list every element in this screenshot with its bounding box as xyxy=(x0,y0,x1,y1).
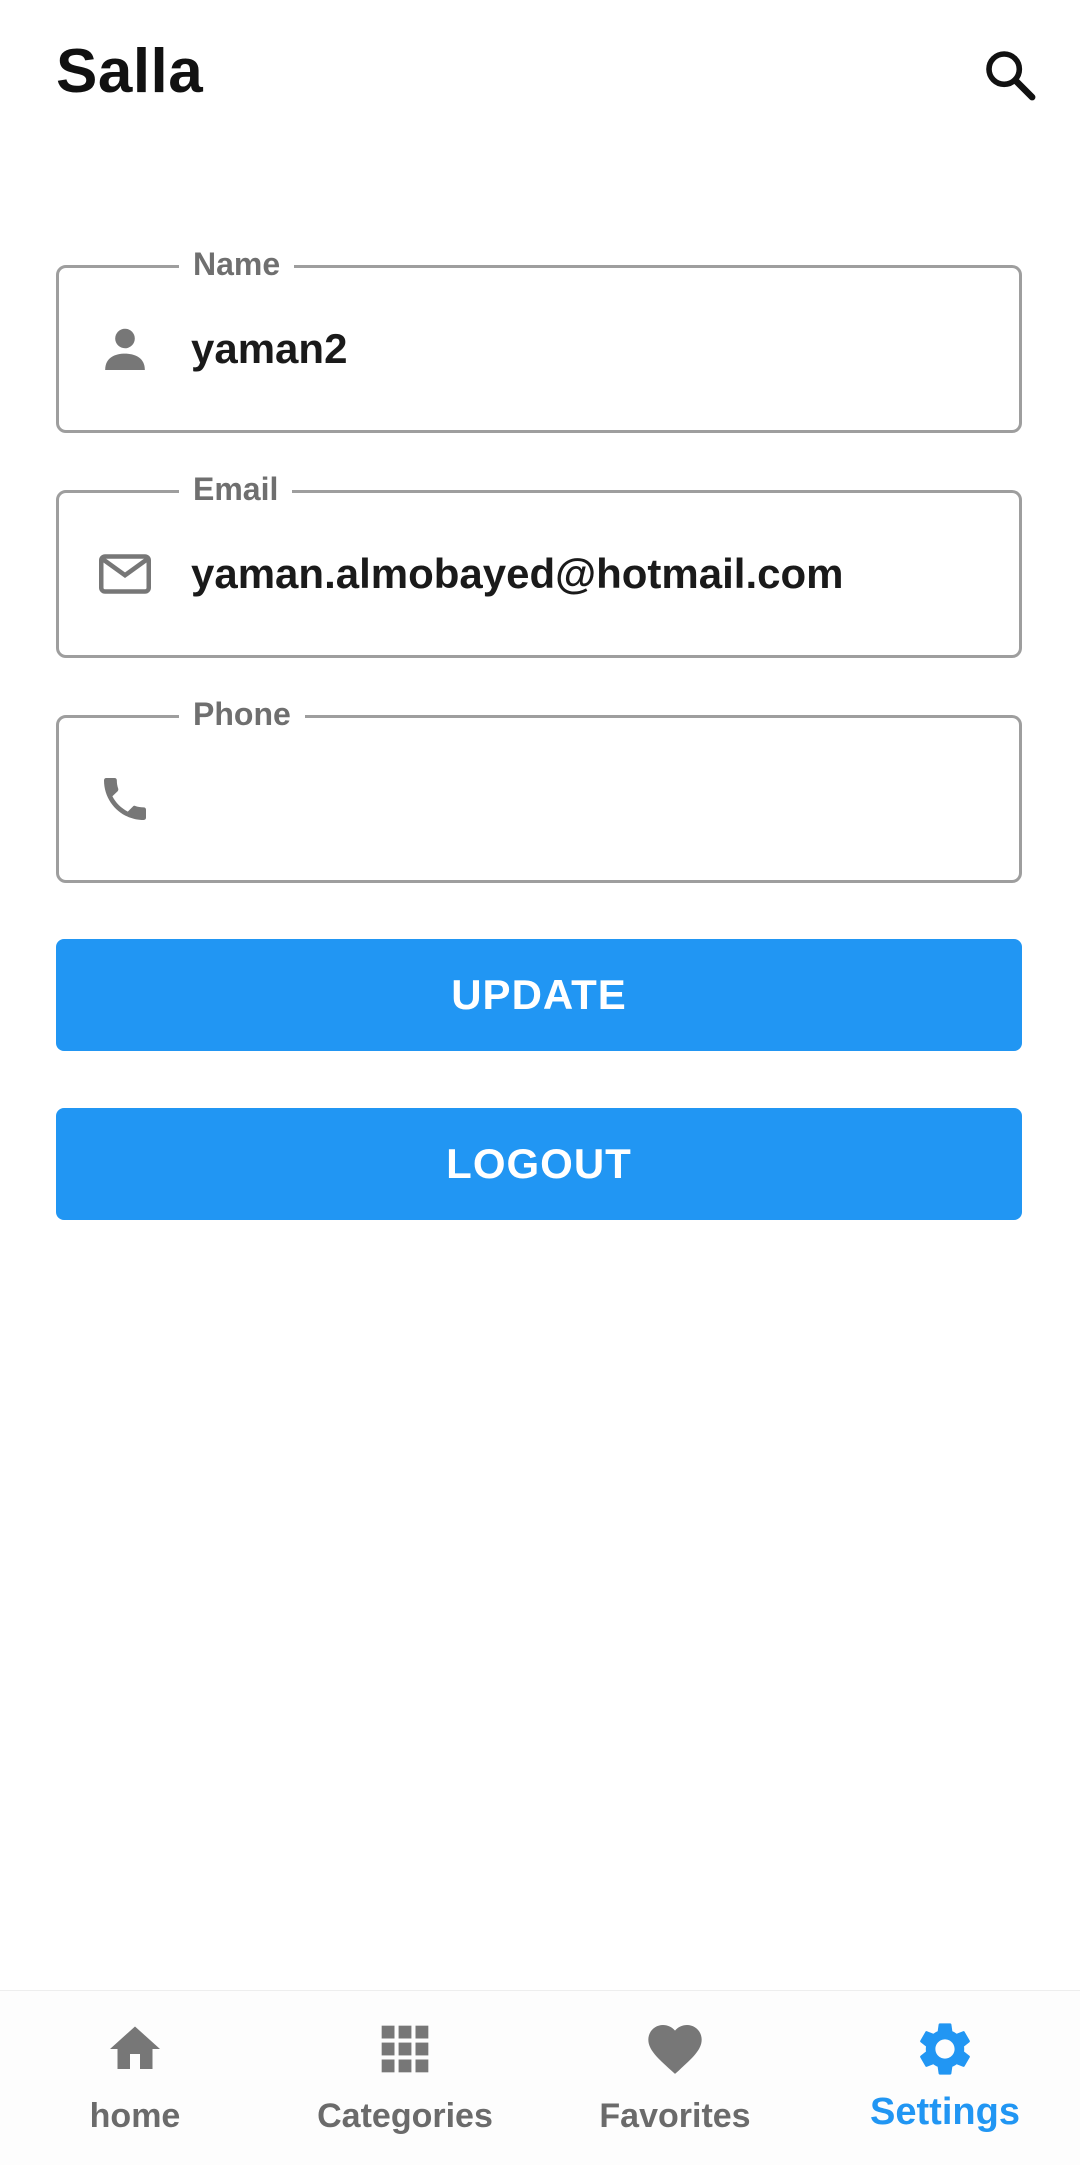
gear-icon xyxy=(913,2017,977,2081)
logout-button[interactable]: LOGOUT xyxy=(56,1108,1022,1220)
phone-field-label: Phone xyxy=(179,694,305,734)
app-bar: Salla xyxy=(0,0,1080,150)
nav-item-settings[interactable]: Settings xyxy=(810,1991,1080,2165)
email-field-label: Email xyxy=(179,469,293,509)
heart-icon xyxy=(643,2017,707,2081)
phone-field[interactable]: Phone xyxy=(56,694,1022,883)
nav-label-settings: Settings xyxy=(870,2091,1020,2133)
search-button[interactable] xyxy=(975,40,1045,110)
phone-input[interactable] xyxy=(191,775,991,823)
nav-label-favorites: Favorites xyxy=(599,2097,751,2135)
nav-item-home[interactable]: home xyxy=(0,1991,270,2165)
settings-screen: Salla Name Email Phone xyxy=(0,0,1080,2165)
nav-label-home: home xyxy=(89,2097,181,2135)
name-input[interactable] xyxy=(191,325,991,373)
bottom-navigation: home Categories Favorites Settings xyxy=(0,1990,1080,2165)
home-icon xyxy=(103,2017,167,2081)
mail-icon xyxy=(93,542,157,606)
grid-icon xyxy=(373,2017,437,2081)
app-title: Salla xyxy=(56,37,204,106)
nav-item-favorites[interactable]: Favorites xyxy=(540,1991,810,2165)
name-field-label: Name xyxy=(179,244,295,284)
phone-icon xyxy=(93,767,157,831)
nav-label-categories: Categories xyxy=(317,2097,493,2135)
person-icon xyxy=(93,317,157,381)
search-icon xyxy=(986,51,1036,101)
email-field[interactable]: Email xyxy=(56,469,1022,658)
nav-item-categories[interactable]: Categories xyxy=(270,1991,540,2165)
email-input[interactable] xyxy=(191,550,991,598)
update-button[interactable]: UPDATE xyxy=(56,939,1022,1051)
name-field[interactable]: Name xyxy=(56,244,1022,433)
